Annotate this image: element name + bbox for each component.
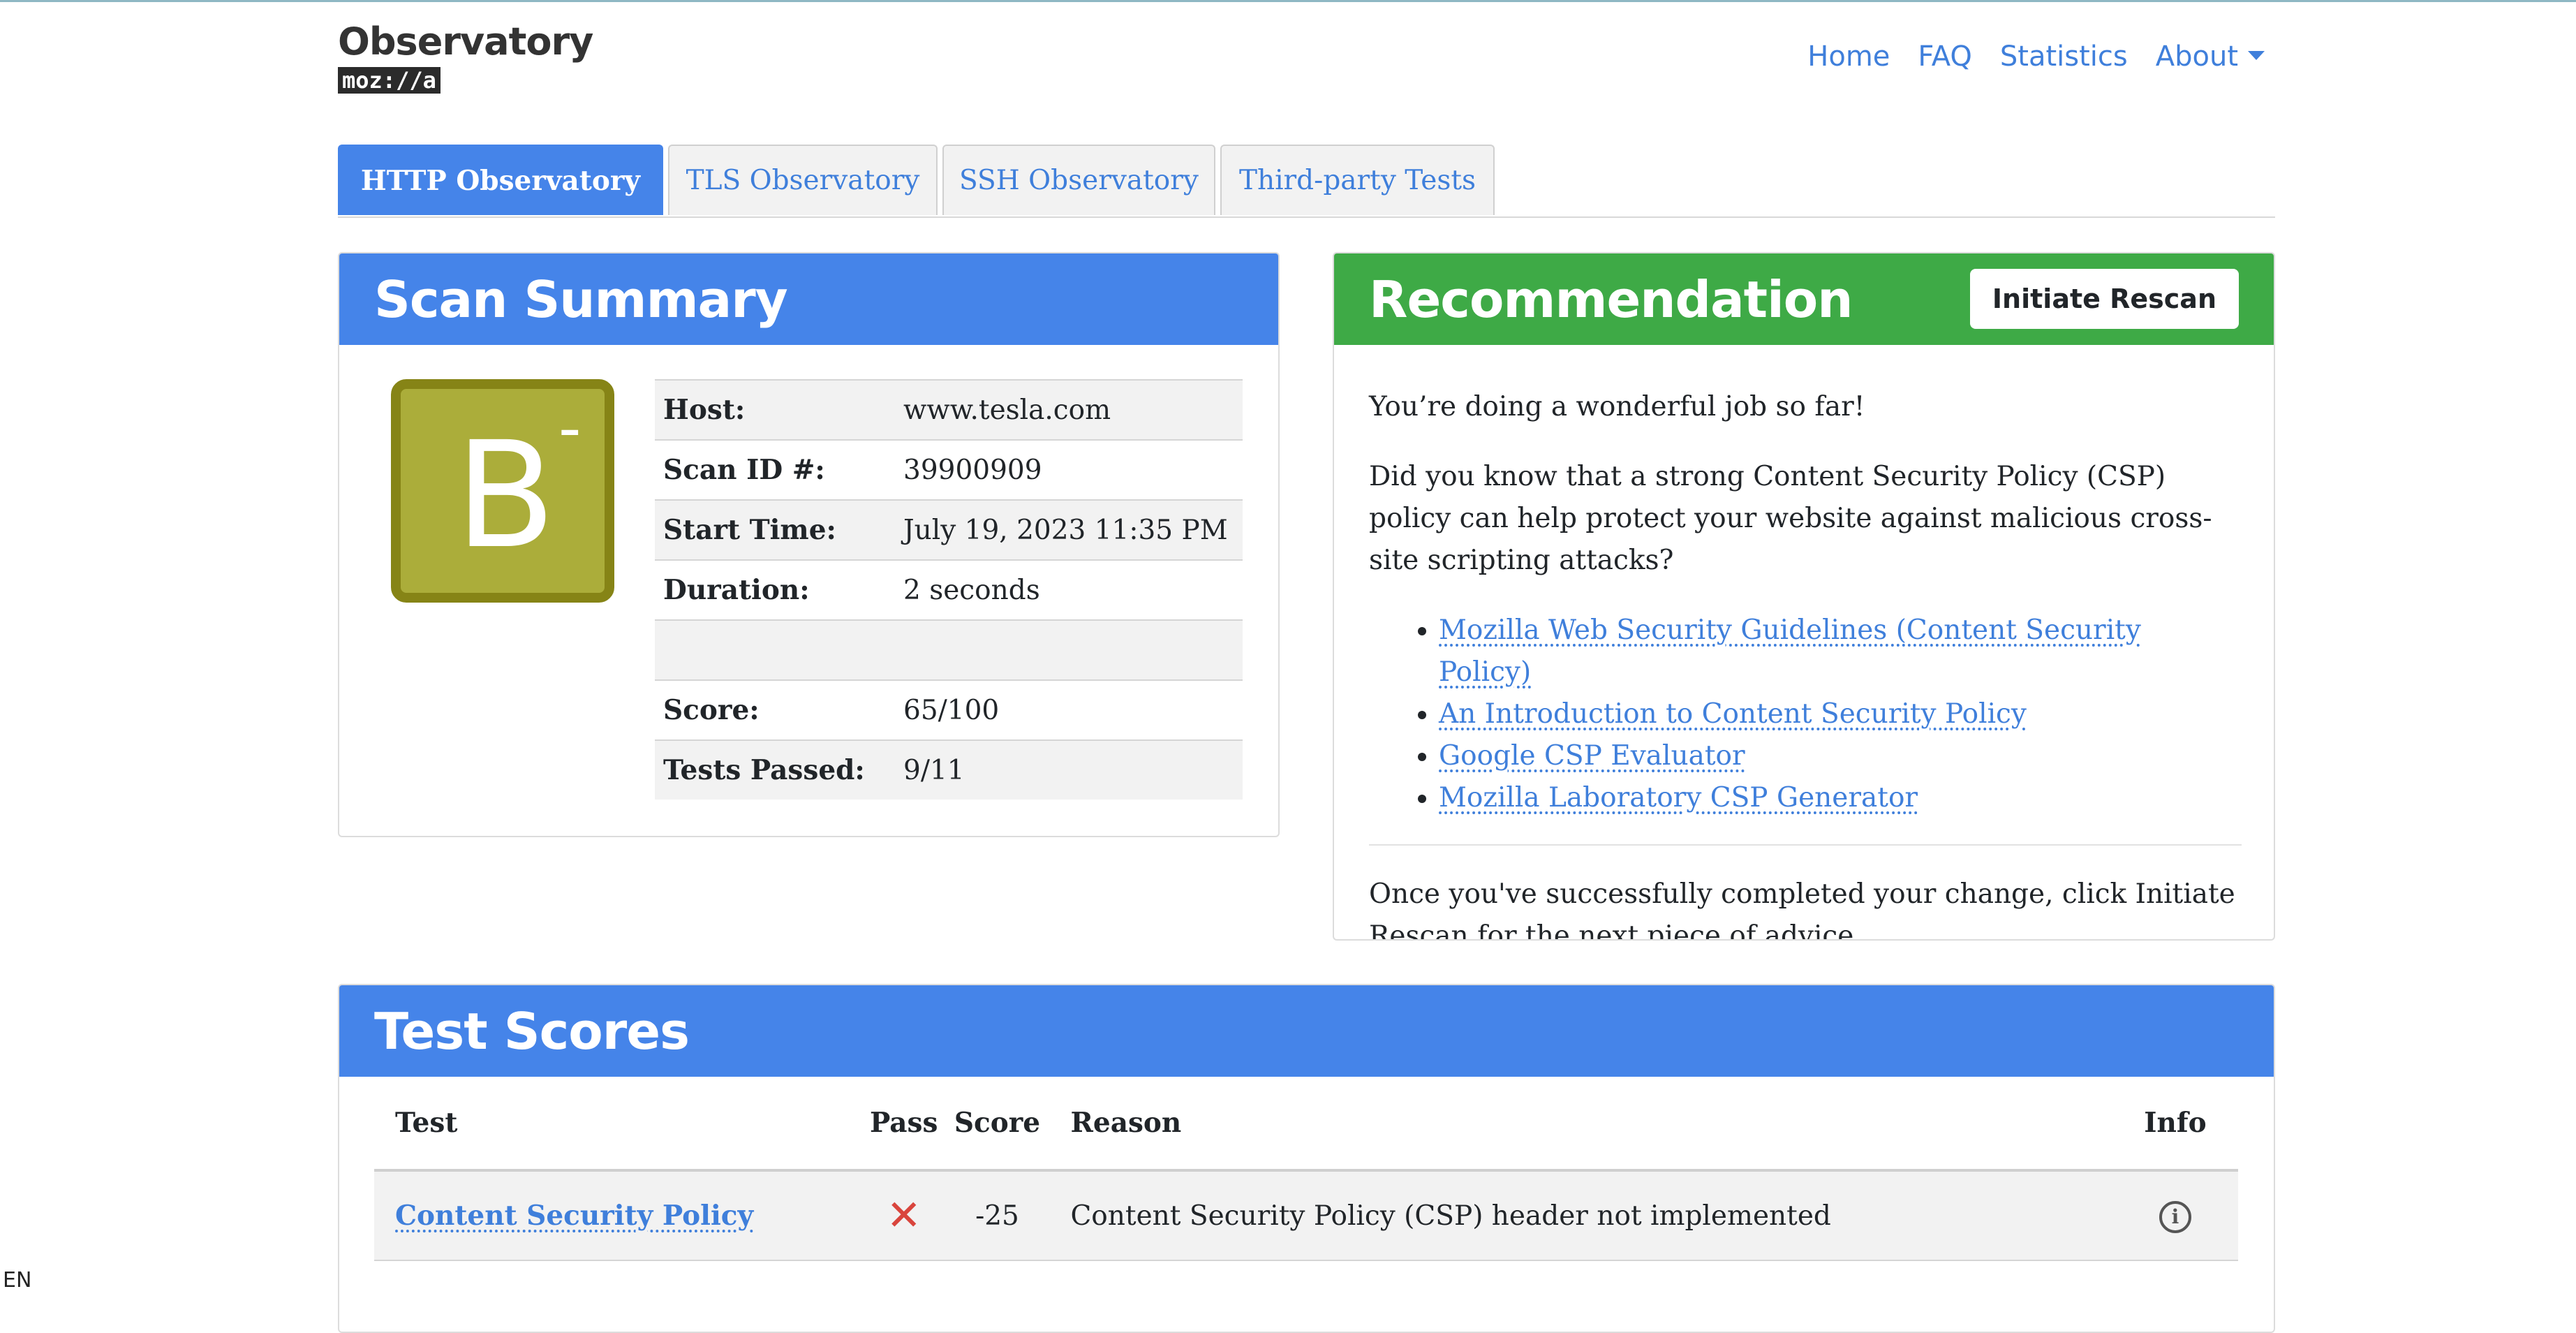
summary-key: Tests Passed: <box>655 739 895 800</box>
summary-value-tests-passed: 9/11 <box>895 739 1243 800</box>
pass-cell: ✕ <box>863 1170 945 1261</box>
summary-value-host: www.tesla.com <box>895 379 1243 440</box>
mozilla-logo: moz://a <box>338 67 441 94</box>
link-intro-to-csp[interactable]: An Introduction to Content Security Poli… <box>1439 698 2027 730</box>
tab-http-observatory[interactable]: HTTP Observatory <box>338 145 663 215</box>
recommendation-body: You’re doing a wonderful job so far! Did… <box>1369 386 2242 941</box>
grade-letter: B <box>455 410 556 581</box>
info-cell: i <box>2112 1170 2238 1261</box>
list-item: Mozilla Web Security Guidelines (Content… <box>1439 610 2242 693</box>
summary-row-score: Score: 65/100 <box>655 679 1243 740</box>
summary-value-duration: 2 seconds <box>895 559 1243 620</box>
nav-faq[interactable]: FAQ <box>1918 40 1971 73</box>
header-pass: Pass <box>863 1077 945 1172</box>
list-item: An Introduction to Content Security Poli… <box>1439 693 2242 735</box>
fail-x-icon: ✕ <box>886 1191 921 1240</box>
tab-third-party-tests[interactable]: Third-party Tests <box>1220 145 1495 215</box>
recommendation-intro: You’re doing a wonderful job so far! <box>1369 391 1865 422</box>
summary-row-scan-id: Scan ID #: 39900909 <box>655 439 1243 500</box>
recommendation-footer: Once you've successfully completed your … <box>1369 878 2235 941</box>
summary-value-score: 65/100 <box>895 679 1243 740</box>
summary-row-duration: Duration: 2 seconds <box>655 559 1243 620</box>
header-score: Score <box>945 1077 1050 1172</box>
header-reason: Reason <box>1049 1077 2112 1172</box>
summary-key: Scan ID #: <box>655 439 895 500</box>
summary-key: Start Time: <box>655 499 895 560</box>
recommendation-links: Mozilla Web Security Guidelines (Content… <box>1369 610 2242 819</box>
nav-about-label: About <box>2155 40 2238 73</box>
score-cell: -25 <box>945 1170 1050 1261</box>
nav-home[interactable]: Home <box>1807 40 1890 73</box>
test-scores-table: Test Pass Score Reason Info Content Secu… <box>374 1077 2238 1261</box>
test-scores-panel: Test Scores Test Pass Score Reason Info … <box>338 984 2275 1333</box>
grade-badge: B - <box>391 379 614 603</box>
reason-cell: Content Security Policy (CSP) header not… <box>1049 1170 2112 1261</box>
initiate-rescan-button[interactable]: Initiate Rescan <box>1969 269 2239 329</box>
nav-about[interactable]: About <box>2156 40 2265 73</box>
link-google-csp-evaluator[interactable]: Google CSP Evaluator <box>1439 740 1745 772</box>
caret-down-icon <box>2248 50 2265 60</box>
summary-value-start-time: July 19, 2023 11:35 PM <box>895 499 1243 560</box>
divider <box>1369 844 2242 846</box>
recommendation-title-text: Recommendation <box>1369 270 1853 329</box>
list-item: Mozilla Laboratory CSP Generator <box>1439 777 2242 819</box>
summary-row-start-time: Start Time: July 19, 2023 11:35 PM <box>655 499 1243 560</box>
recommendation-panel: Recommendation Initiate Rescan You’re do… <box>1333 252 2275 941</box>
header-info: Info <box>2112 1077 2238 1172</box>
test-name-cell: Content Security Policy <box>374 1170 863 1261</box>
grade-modifier: - <box>558 392 582 465</box>
recommendation-text: Did you know that a strong Content Secur… <box>1369 461 2212 576</box>
summary-key <box>655 619 895 680</box>
header-test: Test <box>374 1077 863 1172</box>
tab-ssh-observatory[interactable]: SSH Observatory <box>942 145 1215 215</box>
summary-key: Score: <box>655 679 895 740</box>
nav-statistics[interactable]: Statistics <box>2000 40 2128 73</box>
top-border <box>0 0 2576 2</box>
link-mozilla-csp-generator[interactable]: Mozilla Laboratory CSP Generator <box>1439 782 1918 813</box>
info-icon[interactable]: i <box>2159 1200 2191 1233</box>
observatory-tabs: HTTP Observatory TLS Observatory SSH Obs… <box>338 145 2275 218</box>
test-scores-title: Test Scores <box>339 985 2274 1077</box>
test-link-content-security-policy[interactable]: Content Security Policy <box>395 1200 753 1232</box>
summary-key: Duration: <box>655 559 895 620</box>
summary-row-tests-passed: Tests Passed: 9/11 <box>655 739 1243 800</box>
summary-value-scan-id: 39900909 <box>895 439 1243 500</box>
summary-key: Host: <box>655 379 895 440</box>
list-item: Google CSP Evaluator <box>1439 735 2242 777</box>
tab-tls-observatory[interactable]: TLS Observatory <box>668 145 938 215</box>
main-nav: Home FAQ Statistics About <box>1807 40 2265 73</box>
table-row: Content Security Policy ✕ -25 Content Se… <box>374 1170 2238 1261</box>
scan-summary-panel: Scan Summary B - Host: www.tesla.com Sca… <box>338 252 1280 837</box>
scan-summary-table: Host: www.tesla.com Scan ID #: 39900909 … <box>655 379 1243 800</box>
scan-summary-title: Scan Summary <box>339 253 1278 345</box>
summary-row-host: Host: www.tesla.com <box>655 379 1243 440</box>
summary-row-spacer <box>655 619 1243 680</box>
language-indicator: EN <box>3 1268 32 1293</box>
link-mozilla-web-security-guidelines[interactable]: Mozilla Web Security Guidelines (Content… <box>1439 614 2141 688</box>
brand-logo[interactable]: Observatory moz://a <box>338 20 593 94</box>
summary-value-empty <box>895 619 1243 680</box>
brand-title: Observatory <box>338 20 593 64</box>
table-header-row: Test Pass Score Reason Info <box>374 1077 2238 1172</box>
